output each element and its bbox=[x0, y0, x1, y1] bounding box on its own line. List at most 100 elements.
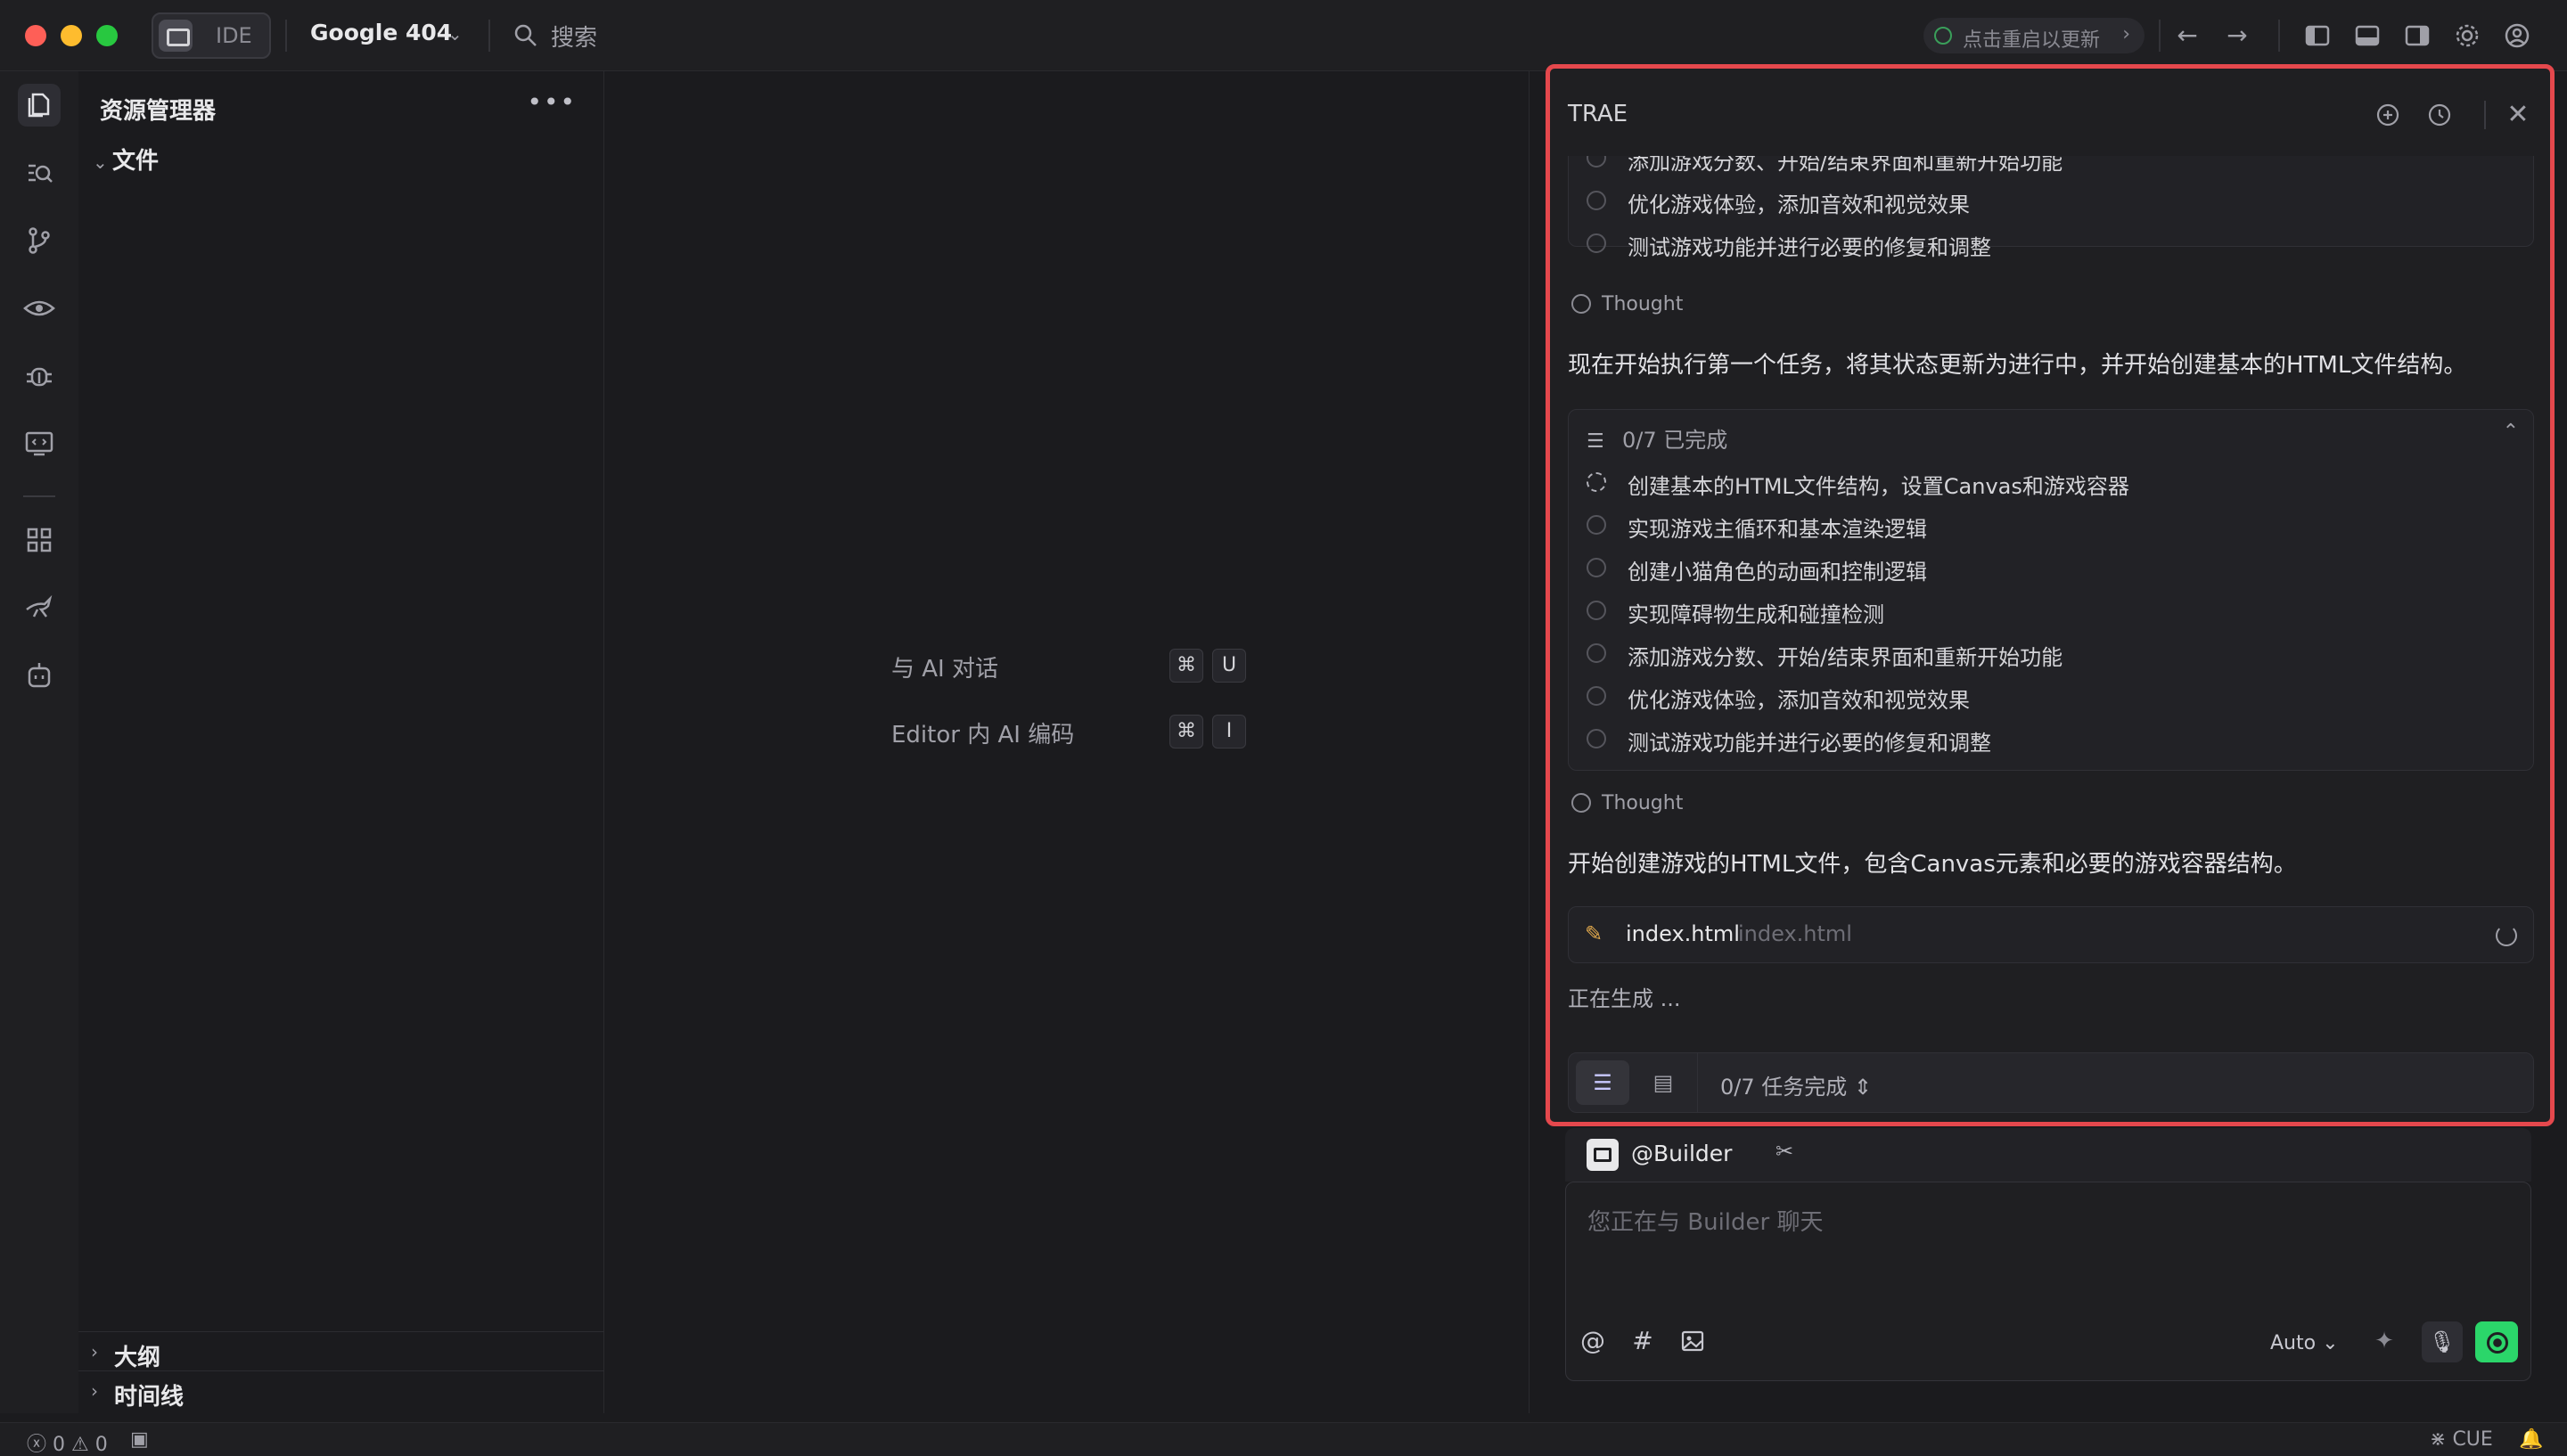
error-count: 0 bbox=[53, 1434, 66, 1456]
task-status-toggle[interactable]: 0/7 任务完成 ⇕ bbox=[1720, 1069, 1872, 1100]
debug-bug-icon[interactable] bbox=[18, 355, 61, 397]
divider bbox=[488, 20, 490, 52]
thought-icon bbox=[1571, 793, 1591, 813]
task-pending-icon bbox=[1587, 233, 1606, 253]
editor-area: 与 AI 对话 ⌘ U Editor 内 AI 编码 ⌘ I bbox=[610, 71, 1530, 1413]
minimize-window-button[interactable] bbox=[61, 25, 82, 46]
thought-label: Thought bbox=[1602, 792, 1684, 814]
thought-toggle[interactable]: Thought bbox=[1571, 792, 1683, 814]
extensions-grid-icon[interactable] bbox=[18, 519, 61, 561]
task-pending-icon bbox=[1587, 156, 1606, 168]
ai-chat-hint: 与 AI 对话 bbox=[891, 656, 998, 683]
send-button[interactable] bbox=[2475, 1321, 2518, 1362]
loading-spinner-icon bbox=[2496, 925, 2517, 946]
collapse-icon[interactable]: ⌃ bbox=[2503, 421, 2519, 443]
generating-status: 正在生成 ... bbox=[1568, 986, 1681, 1011]
kangaroo-icon[interactable] bbox=[18, 586, 61, 629]
zoom-window-button[interactable] bbox=[96, 25, 118, 46]
warning-icon: ⚠ bbox=[71, 1434, 89, 1456]
preview-eye-icon[interactable] bbox=[18, 287, 61, 330]
agent-selector[interactable]: @Builder ✂ bbox=[1565, 1128, 2531, 1182]
task-in-progress-icon bbox=[1587, 472, 1606, 492]
close-window-button[interactable] bbox=[25, 25, 46, 46]
ide-label: IDE bbox=[216, 23, 252, 48]
history-icon[interactable] bbox=[2425, 101, 2454, 129]
restart-update-button[interactable]: 点击重启以更新 › bbox=[1923, 18, 2145, 53]
task-pending-icon bbox=[1587, 686, 1606, 706]
language-label: CUE bbox=[2452, 1428, 2493, 1451]
title-bar: IDE Google 404 ⌄ 搜索 点击重启以更新 › ← → bbox=[0, 0, 2567, 71]
toggle-secondary-sidebar-icon[interactable] bbox=[2403, 21, 2432, 50]
divider bbox=[2159, 20, 2161, 52]
divider bbox=[2484, 101, 2486, 129]
more-options-icon[interactable]: ••• bbox=[527, 87, 577, 117]
timeline-section[interactable]: › 时间线 bbox=[78, 1370, 604, 1411]
search-files-icon[interactable] bbox=[18, 151, 61, 194]
remote-explorer-icon[interactable] bbox=[18, 422, 61, 465]
ide-mode-switch[interactable]: IDE bbox=[152, 12, 271, 59]
task-progress-header: ☰ 0/7 已完成 bbox=[1587, 422, 1727, 454]
files-icon[interactable] bbox=[18, 84, 61, 127]
inline-ai-hint: Editor 内 AI 编码 bbox=[891, 722, 1075, 748]
search-input[interactable]: 搜索 bbox=[551, 20, 597, 53]
microphone-icon[interactable]: 🎙 bbox=[2422, 1321, 2463, 1362]
checklist-icon: ☰ bbox=[1587, 430, 1604, 453]
robot-agent-icon[interactable] bbox=[18, 654, 61, 697]
thought-toggle[interactable]: Thought bbox=[1571, 293, 1683, 315]
file-path: index.html bbox=[1738, 921, 1852, 946]
model-label: Auto bbox=[2270, 1332, 2317, 1354]
divider bbox=[2278, 20, 2280, 52]
trae-ai-panel: TRAE ✕ 添加游戏分数、开始/结束界面和重新开始功能 优化游戏体验，添加音效… bbox=[1546, 64, 2555, 1126]
mention-at-icon[interactable]: @ bbox=[1577, 1325, 1609, 1357]
checklist-tab-icon[interactable]: ☰ bbox=[1576, 1060, 1629, 1105]
divider bbox=[285, 20, 287, 52]
task-label: 测试游戏功能并进行必要的修复和调整 bbox=[1628, 731, 1991, 756]
back-arrow-icon[interactable]: ← bbox=[2173, 21, 2202, 50]
model-selector[interactable]: Auto ⌄ bbox=[2270, 1332, 2339, 1354]
task-pending-icon bbox=[1587, 729, 1606, 748]
image-upload-icon[interactable] bbox=[1677, 1325, 1709, 1357]
error-icon: ⓧ bbox=[27, 1434, 47, 1456]
file-edit-card[interactable]: ✎ index.html index.html bbox=[1568, 906, 2534, 963]
source-control-icon[interactable] bbox=[18, 219, 61, 262]
language-mode[interactable]: ⋇ CUE bbox=[2430, 1428, 2493, 1451]
builder-agent-icon bbox=[1587, 1139, 1619, 1171]
search-icon[interactable] bbox=[513, 23, 538, 48]
task-status-label: 0/7 任务完成 bbox=[1720, 1075, 1848, 1100]
panel-title: TRAE bbox=[1568, 101, 1628, 127]
toggle-panel-icon[interactable] bbox=[2353, 21, 2382, 50]
task-list-card: 添加游戏分数、开始/结束界面和重新开始功能 优化游戏体验，添加音效和视觉效果 测… bbox=[1568, 156, 2534, 260]
account-icon[interactable] bbox=[2503, 21, 2531, 50]
task-label: 创建基本的HTML文件结构，设置Canvas和游戏容器 bbox=[1628, 474, 2129, 499]
forward-arrow-icon[interactable]: → bbox=[2223, 21, 2251, 50]
file-name: index.html bbox=[1626, 921, 1740, 946]
bell-icon[interactable]: 🔔 bbox=[2519, 1428, 2543, 1451]
cmd-key: ⌘ bbox=[1169, 715, 1203, 748]
hash-context-icon[interactable]: # bbox=[1627, 1325, 1659, 1357]
errors-indicator[interactable]: ⓧ 0 ⚠ 0 bbox=[27, 1428, 108, 1456]
i-key: I bbox=[1212, 715, 1246, 748]
chevron-down-icon[interactable]: ⌄ bbox=[447, 23, 463, 45]
project-name[interactable]: Google 404 bbox=[310, 20, 452, 45]
tools-icon[interactable]: ✂ bbox=[1776, 1139, 1793, 1164]
toggle-sidebar-icon[interactable] bbox=[2303, 21, 2332, 50]
chat-input-box[interactable]: 您正在与 Builder 聊天 @ # Auto ⌄ ✦ 🎙 bbox=[1565, 1182, 2531, 1381]
sparkle-enhance-icon[interactable]: ✦ bbox=[2368, 1325, 2400, 1357]
task-progress-label: 0/7 已完成 bbox=[1622, 428, 1728, 453]
outline-section[interactable]: › 大纲 bbox=[78, 1331, 604, 1371]
folder-files[interactable]: ⌄ 文件 bbox=[93, 143, 159, 176]
gear-icon[interactable] bbox=[2453, 21, 2481, 50]
task-label: 测试游戏功能并进行必要的修复和调整 bbox=[1628, 235, 1991, 260]
new-chat-icon[interactable] bbox=[2374, 101, 2402, 129]
document-tab-icon[interactable]: ▤ bbox=[1636, 1060, 1690, 1105]
explorer-sidebar: 资源管理器 ••• ⌄ 文件 › 大纲 › 时间线 bbox=[78, 71, 604, 1413]
close-icon[interactable]: ✕ bbox=[2504, 101, 2532, 129]
divider bbox=[1697, 1053, 1698, 1112]
ide-icon bbox=[159, 20, 193, 52]
remote-icon[interactable]: ▣ bbox=[130, 1428, 149, 1451]
chat-input[interactable]: 您正在与 Builder 聊天 bbox=[1587, 1204, 1823, 1237]
u-key: U bbox=[1212, 649, 1246, 683]
chat-history: 添加游戏分数、开始/结束界面和重新开始功能 优化游戏体验，添加音效和视觉效果 测… bbox=[1550, 156, 2550, 1047]
explorer-title: 资源管理器 bbox=[100, 98, 217, 125]
task-pending-icon bbox=[1587, 515, 1606, 535]
